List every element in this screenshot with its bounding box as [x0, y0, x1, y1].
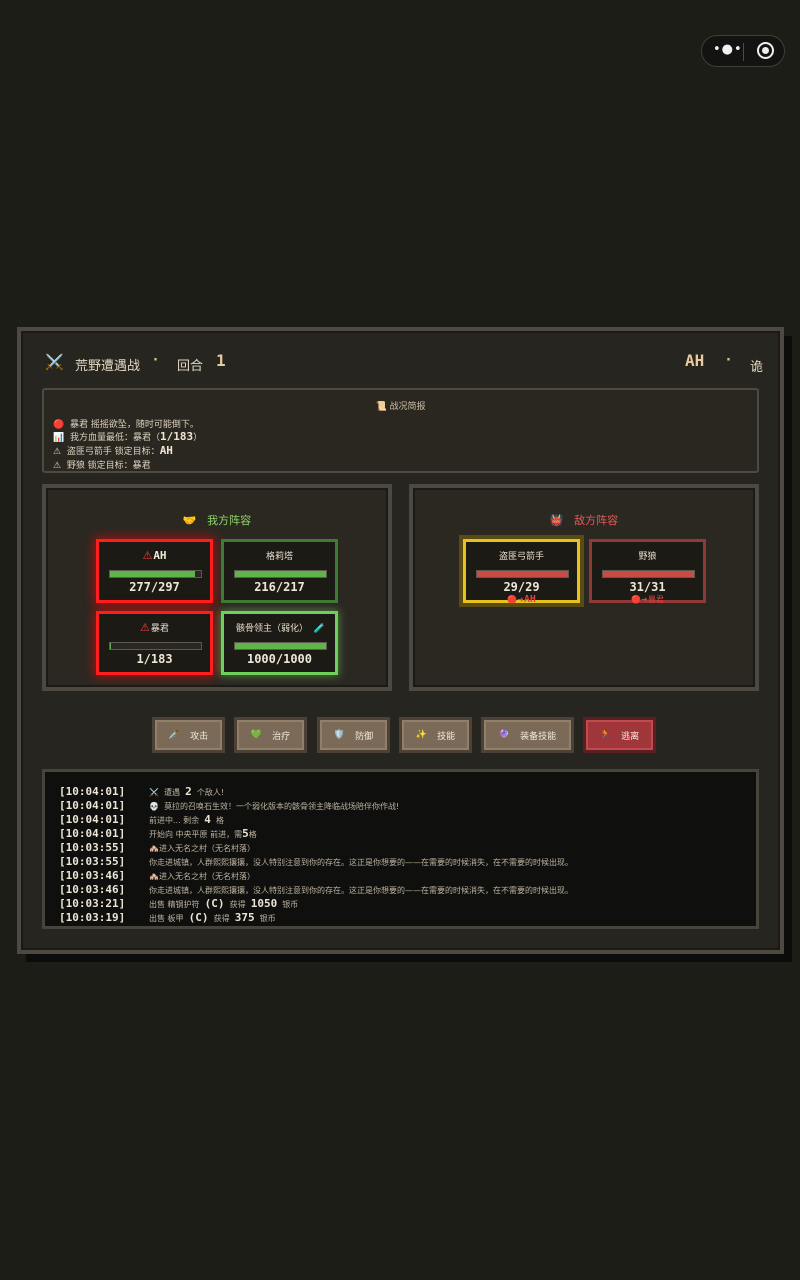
report-value: AH [159, 444, 173, 457]
log-entry: [10:03:21] 出售 精钢护符 (C) 获得 1050 银币 [59, 897, 299, 910]
hp-value: 216/217 [254, 580, 305, 594]
player-name: AH [685, 351, 705, 370]
danger-icon: ⚠ [142, 549, 153, 562]
target-indicator: 🔴➜暴君 [631, 595, 664, 604]
report-line: 📊 我方血量最低：暴君（1/183） [53, 430, 202, 443]
unit-name: 骸骨领主（弱化） [236, 624, 309, 634]
battle-panel: ⚔️ 荒野遭遇战 · 回合 1 AH · 诡 📜 战况简报 🔴 暴君 摇摇欲坠，… [17, 327, 784, 954]
enemy-title: 👹 敌方阵容 [549, 514, 619, 527]
report-line: 🔴 暴君 摇摇欲坠，随时可能倒下。 [53, 417, 199, 430]
log-entry: [10:04:01] 前进中... 剩余 4 格 [59, 813, 224, 826]
equipment-skill-button[interactable]: 🔮 装备技能 [481, 717, 574, 753]
warning-icon: ⚠ [53, 461, 62, 471]
log-entry: [10:04:01] 💀 莫拉的召唤石生效！一个弱化版本的骸骨领主降临战场陪伴你作… [59, 799, 400, 812]
enemy-card-wolf[interactable]: 野狼 31/31 🔴➜暴君 [589, 539, 706, 604]
hp-bar-fill [110, 571, 195, 577]
hp-bar [109, 570, 202, 578]
skill-button[interactable]: ✨ 技能 [399, 717, 472, 753]
player-separator: · [726, 353, 731, 368]
hp-value: 1/183 [136, 652, 173, 666]
hp-bar [476, 570, 569, 578]
sparkles-icon: ✨ [415, 730, 428, 740]
hp-value: 277/297 [129, 580, 180, 594]
hp-bar [234, 642, 327, 650]
battle-report: 📜 战况简报 🔴 暴君 摇摇欲坠，随时可能倒下。 📊 我方血量最低：暴君（1/1… [42, 388, 759, 473]
title-separator: · [153, 353, 158, 368]
hp-bar-fill [477, 571, 568, 577]
target-indicator: 🔴➜AH [507, 594, 536, 605]
shield-icon: 🛡️ [333, 730, 346, 740]
report-text: 暴君 摇摇欲坠，随时可能倒下。 [69, 420, 199, 430]
unit-name: ⚠AH [142, 549, 167, 562]
unit-name: 野狼 [638, 552, 657, 562]
unit-name: 格莉塔 [265, 552, 293, 562]
log-entry: [10:03:46] 🏘️进入无名之村（无名村落） [59, 869, 255, 882]
attack-button[interactable]: 🗡️ 攻击 [152, 717, 225, 753]
report-text: 野狼 锁定目标：暴君 [66, 461, 151, 471]
round-number: 1 [216, 351, 226, 370]
round-label: 回合 [177, 359, 204, 374]
report-line: ⚠ 野狼 锁定目标：暴君 [53, 458, 151, 471]
mini-program-capsule: •●• [701, 35, 785, 67]
report-text: 我方血量最低：暴君（ [69, 433, 160, 443]
battle-log[interactable]: [10:04:01] ⚔️ 遭遇 2 个敌人! [10:04:01] 💀 莫拉的召唤… [42, 769, 759, 929]
ally-card-greta[interactable]: 格莉塔 216/217 [221, 539, 338, 603]
flee-button[interactable]: 🏃 逃离 [583, 717, 656, 753]
report-text: ） [193, 433, 203, 443]
crystal-ball-icon: 🔮 [498, 730, 511, 740]
enemy-card-bandit-archer[interactable]: 盗匪弓箭手 29/29 🔴➜AH [463, 539, 580, 605]
close-miniprogram-icon[interactable] [757, 42, 774, 59]
warning-icon: ⚠ [53, 447, 62, 457]
running-icon: 🏃 [599, 730, 612, 740]
log-entry: [10:03:19] 出售 板甲 (C) 获得 375 银币 [59, 911, 276, 924]
hp-bar [602, 570, 695, 578]
handshake-icon: 🤝 [182, 514, 197, 527]
log-entry: [10:03:55] 你走进城镇，人群熙熙攘攘，没人特别注意到你的存在。这正是你想… [59, 855, 573, 868]
capsule-divider [743, 43, 744, 61]
crossed-swords-icon: ⚔️ [45, 353, 64, 371]
hp-bar [109, 642, 202, 650]
battle-title: 荒野遭遇战 [75, 359, 141, 374]
ogre-icon: 👹 [549, 514, 564, 527]
danger-icon: ⚠ [140, 621, 150, 634]
battle-header: ⚔️ 荒野遭遇战 · 回合 1 AH · 诡 [45, 351, 765, 377]
log-entry: [10:03:46] 你走进城镇，人群熙熙攘攘，没人特别注意到你的存在。这正是你想… [59, 883, 573, 896]
ally-side: 🤝 我方阵容 ⚠AH 277/297 格莉塔 216/217 ⚠暴君 1/183… [42, 484, 392, 691]
unit-name: ⚠暴君 [140, 621, 169, 634]
hp-bar [234, 570, 327, 578]
ally-card-skeleton-lord[interactable]: 骸骨领主（弱化） 🧪 1000/1000 [221, 611, 338, 675]
green-heart-icon: 💚 [250, 730, 263, 740]
hp-bar-fill [235, 571, 326, 577]
potion-icon: 🧪 [313, 624, 325, 634]
hp-bar-fill [603, 571, 694, 577]
village-icon: 🏘️ [149, 872, 159, 881]
red-circle-icon: 🔴 [53, 420, 65, 430]
log-entry: [10:04:01] ⚔️ 遭遇 2 个敌人! [59, 785, 225, 798]
heal-button[interactable]: 💚 治疗 [234, 717, 307, 753]
report-value: 1/183 [159, 430, 194, 443]
ally-card-tyrant[interactable]: ⚠暴君 1/183 [96, 611, 213, 675]
report-line: ⚠ 盗匪弓箭手 锁定目标：AH [53, 444, 173, 457]
ally-card-ah[interactable]: ⚠AH 277/297 [96, 539, 213, 603]
hp-value: 31/31 [629, 580, 666, 594]
dagger-icon: 🗡️ [168, 730, 181, 740]
unit-name: 盗匪弓箭手 [498, 552, 544, 562]
defend-button[interactable]: 🛡️ 防御 [317, 717, 390, 753]
village-icon: 🏘️ [149, 844, 159, 853]
report-title: 📜 战况简报 [375, 402, 426, 412]
report-text: 盗匪弓箭手 锁定目标： [66, 447, 160, 457]
crossed-swords-icon: ⚔️ [149, 788, 159, 797]
hp-value: 29/29 [503, 580, 540, 594]
battle-mode: 诡 [750, 360, 764, 375]
chart-icon: 📊 [53, 433, 65, 443]
skull-icon: 💀 [149, 802, 159, 811]
ally-title: 🤝 我方阵容 [182, 514, 252, 527]
enemy-side: 👹 敌方阵容 盗匪弓箭手 29/29 🔴➜AH 野狼 31/31 🔴➜暴君 [409, 484, 759, 691]
log-entry: [10:04:01] 开始向 中央平原 前进，需5格 [59, 827, 257, 840]
log-entry: [10:03:55] 🏘️进入无名之村（无名村落） [59, 841, 255, 854]
hp-value: 1000/1000 [246, 652, 313, 666]
hp-bar-fill [235, 643, 326, 649]
more-options-icon[interactable]: •●• [713, 42, 743, 57]
